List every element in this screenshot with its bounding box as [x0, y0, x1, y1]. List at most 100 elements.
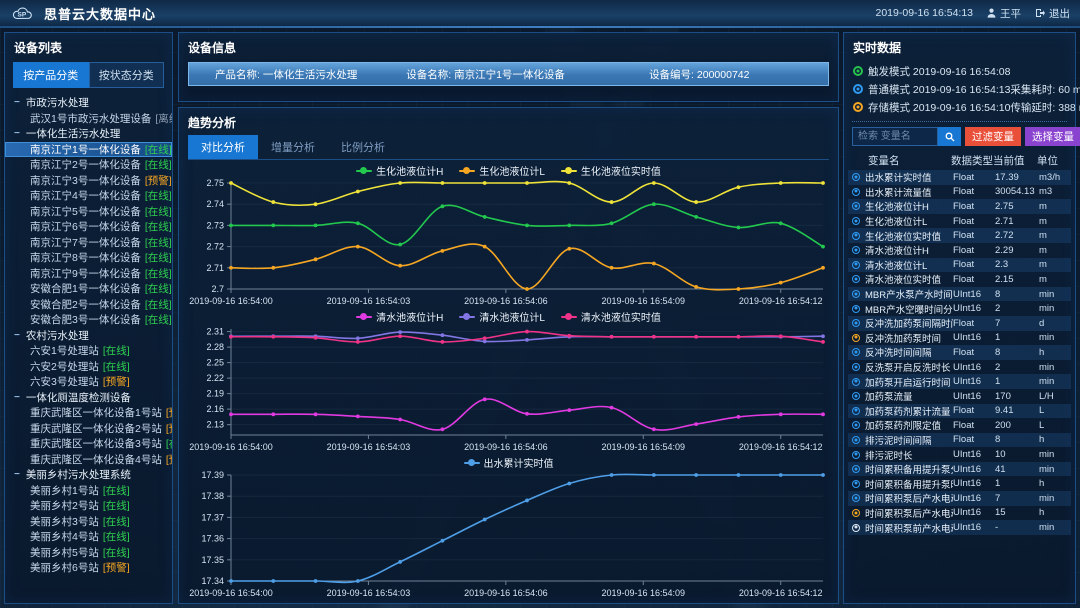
tree-device-item[interactable]: 六安1号处理站[在线]	[5, 343, 172, 359]
legend-item[interactable]: 清水池液位实时值	[561, 309, 661, 324]
table-row[interactable]: 生化池液位实时值Float2.72m	[848, 228, 1071, 243]
table-row[interactable]: 反冲洗加药泵时间UInt161min	[848, 331, 1071, 346]
table-row[interactable]: 时间累积泵前产水电动阀分UInt16-min	[848, 520, 1071, 535]
variable-status-icon[interactable]	[852, 465, 860, 473]
variable-status-icon[interactable]	[852, 348, 860, 356]
tree-device-item[interactable]: 安徽合肥3号一体化设备[在线]	[5, 312, 172, 328]
tree-device-item[interactable]: 六安3号处理站[预警]	[5, 374, 172, 390]
table-row[interactable]: 排污泥时长UInt1610min	[848, 447, 1071, 462]
tree-category-3[interactable]: −一体化厕温度检测设备	[5, 390, 172, 406]
table-row[interactable]: 出水累计实时值Float17.39m3/h	[848, 170, 1071, 185]
tree-category-2[interactable]: −农村污水处理	[5, 328, 172, 344]
tree-device-item[interactable]: 美丽乡村1号站[在线]	[5, 483, 172, 499]
variable-status-icon[interactable]	[852, 305, 860, 313]
tree-device-item[interactable]: 南京江宁9号一体化设备[在线]	[5, 266, 172, 282]
table-row[interactable]: 时间累积泵后产水电动阀分UInt167min	[848, 491, 1071, 506]
trend-tab-2[interactable]: 比例分析	[328, 135, 398, 159]
tree-device-item[interactable]: 六安2号处理站[在线]	[5, 359, 172, 375]
variable-status-icon[interactable]	[852, 494, 860, 502]
table-row[interactable]: 生化池液位计LFloat2.71m	[848, 214, 1071, 229]
variable-status-icon[interactable]	[852, 392, 860, 400]
variable-status-icon[interactable]	[852, 436, 860, 444]
variable-status-icon[interactable]	[852, 319, 860, 327]
header-user[interactable]: 王平	[987, 6, 1021, 21]
legend-item[interactable]: 清水池液位计H	[356, 309, 443, 324]
table-row[interactable]: 加药泵开启运行时间UInt161min	[848, 374, 1071, 389]
table-row[interactable]: 排污泥时间间隔Float8h	[848, 433, 1071, 448]
table-row[interactable]: 时间累积备用提升泵分UInt1641min	[848, 462, 1071, 477]
table-row[interactable]: 反洗泵开启反洗时长UInt162min	[848, 360, 1071, 375]
tree-device-item[interactable]: 美丽乡村5号站[在线]	[5, 545, 172, 561]
tree-device-item[interactable]: 武汉1号市政污水处理设备[离线]	[5, 111, 172, 127]
legend-item[interactable]: 生化池液位实时值	[561, 163, 661, 178]
table-row[interactable]: MBR产水泵产水时间分UInt168min	[848, 287, 1071, 302]
tree-device-item[interactable]: 重庆武隆区一体化设备4号站[预警]	[5, 452, 172, 468]
variable-status-icon[interactable]	[852, 290, 860, 298]
filter-variable-button[interactable]: 过滤变量	[965, 127, 1021, 146]
variable-status-icon[interactable]	[852, 480, 860, 488]
table-row[interactable]: 加药泵药剂限定值Float200L	[848, 418, 1071, 433]
table-row[interactable]: 清水池液位计HFloat2.29m	[848, 243, 1071, 258]
select-variable-button[interactable]: 选择变量	[1025, 127, 1080, 146]
tree-device-item[interactable]: 南京江宁7号一体化设备[在线]	[5, 235, 172, 251]
table-row[interactable]: 出水累计流量值Float30054.13m3	[848, 185, 1071, 200]
variable-status-icon[interactable]	[852, 524, 860, 532]
collapse-icon[interactable]: −	[14, 330, 20, 341]
tree-category-4[interactable]: −美丽乡村污水处理系统	[5, 467, 172, 483]
trend-tab-1[interactable]: 增量分析	[258, 135, 328, 159]
tree-device-item[interactable]: 南京江宁1号一体化设备[在线]	[5, 142, 172, 158]
tree-device-item[interactable]: 重庆武隆区一体化设备1号站[预警]	[5, 405, 172, 421]
tree-category-0[interactable]: −市政污水处理	[5, 95, 172, 111]
variable-status-icon[interactable]	[852, 421, 860, 429]
tree-device-item[interactable]: 美丽乡村4号站[在线]	[5, 529, 172, 545]
collapse-icon[interactable]: −	[14, 97, 20, 108]
sidebar-tab-0[interactable]: 按产品分类	[13, 62, 89, 88]
tree-device-item[interactable]: 南京江宁6号一体化设备[在线]	[5, 219, 172, 235]
table-row[interactable]: 加药泵药剂累计流量Float9.41L	[848, 404, 1071, 419]
collapse-icon[interactable]: −	[14, 392, 20, 403]
sidebar-tab-1[interactable]: 按状态分类	[89, 62, 165, 88]
table-row[interactable]: 加药泵流量UInt16170L/H	[848, 389, 1071, 404]
search-button[interactable]	[938, 127, 961, 146]
logout-button[interactable]: 退出	[1035, 6, 1070, 21]
collapse-icon[interactable]: −	[14, 469, 20, 480]
tree-device-item[interactable]: 重庆武隆区一体化设备3号站[在线]	[5, 436, 172, 452]
tree-device-item[interactable]: 美丽乡村6号站[预警]	[5, 560, 172, 576]
variable-status-icon[interactable]	[852, 261, 860, 269]
variable-status-icon[interactable]	[852, 202, 860, 210]
tree-device-item[interactable]: 美丽乡村3号站[在线]	[5, 514, 172, 530]
tree-device-item[interactable]: 南京江宁5号一体化设备[在线]	[5, 204, 172, 220]
variable-status-icon[interactable]	[852, 407, 860, 415]
variable-status-icon[interactable]	[852, 188, 860, 196]
collapse-icon[interactable]: −	[14, 128, 20, 139]
table-row[interactable]: 时间累积备用提升泵时UInt161h	[848, 476, 1071, 491]
table-row[interactable]: 反冲洗加药泵间隔时间Float7d	[848, 316, 1071, 331]
variable-status-icon[interactable]	[852, 275, 860, 283]
variable-status-icon[interactable]	[852, 217, 860, 225]
variable-status-icon[interactable]	[852, 378, 860, 386]
legend-item[interactable]: 出水累计实时值	[464, 455, 554, 470]
variable-status-icon[interactable]	[852, 173, 860, 181]
tree-device-item[interactable]: 安徽合肥2号一体化设备[在线]	[5, 297, 172, 313]
tree-device-item[interactable]: 南京江宁2号一体化设备[在线]	[5, 157, 172, 173]
tree-device-item[interactable]: 重庆武隆区一体化设备2号站[预警]	[5, 421, 172, 437]
legend-item[interactable]: 生化池液位计H	[356, 163, 443, 178]
table-row[interactable]: 生化池液位计HFloat2.75m	[848, 199, 1071, 214]
variable-status-icon[interactable]	[852, 246, 860, 254]
search-input[interactable]	[852, 127, 938, 146]
tree-device-item[interactable]: 南京江宁3号一体化设备[预警]	[5, 173, 172, 189]
table-row[interactable]: 时间累积泵后产水电动阀时UInt1615h	[848, 506, 1071, 521]
table-row[interactable]: 清水池液位实时值Float2.15m	[848, 272, 1071, 287]
tree-category-1[interactable]: −一体化生活污水处理	[5, 126, 172, 142]
variable-status-icon[interactable]	[852, 232, 860, 240]
table-row[interactable]: 反冲洗时间间隔Float8h	[848, 345, 1071, 360]
variable-status-icon[interactable]	[852, 451, 860, 459]
legend-item[interactable]: 清水池液位计L	[459, 309, 545, 324]
tree-device-item[interactable]: 安徽合肥1号一体化设备[在线]	[5, 281, 172, 297]
variable-status-icon[interactable]	[852, 334, 860, 342]
table-row[interactable]: 清水池液位计LFloat2.3m	[848, 258, 1071, 273]
table-row[interactable]: MBR产水空曝时间分UInt162min	[848, 301, 1071, 316]
tree-device-item[interactable]: 南京江宁4号一体化设备[在线]	[5, 188, 172, 204]
legend-item[interactable]: 生化池液位计L	[459, 163, 545, 178]
trend-tab-0[interactable]: 对比分析	[188, 135, 258, 159]
